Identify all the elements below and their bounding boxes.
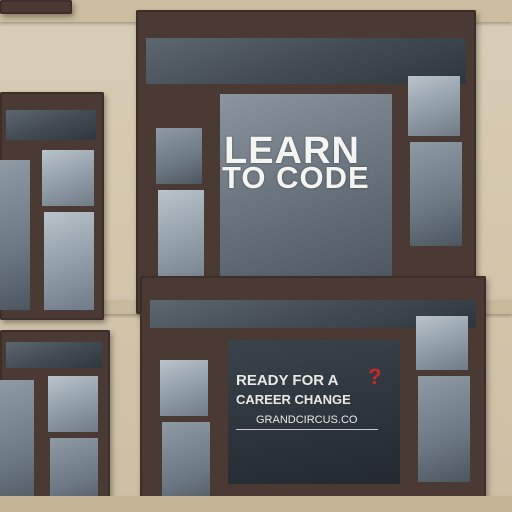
sign-url-text: GRANDCIRCUS.CO <box>256 414 358 426</box>
left-lower-pane-1 <box>0 380 34 512</box>
left-upper-pane-2 <box>42 150 94 206</box>
main-upper-right-pane-top <box>408 76 460 136</box>
left-lower-transom <box>6 342 102 368</box>
sign-to-code-text: TO CODE <box>222 160 370 195</box>
bottom-ledge <box>0 496 512 512</box>
sign-ready-text: READY FOR A <box>236 372 339 389</box>
main-lower-left-pane-top <box>160 360 208 416</box>
sign-career-change-text: CAREER CHANGE <box>236 392 351 407</box>
left-lower-pane-2 <box>48 376 98 432</box>
main-upper-left-pane-top <box>156 128 202 184</box>
question-mark-icon: ? <box>368 364 382 389</box>
sign-divider <box>236 429 378 430</box>
left-upper-transom <box>6 110 96 140</box>
top-left-window-sill <box>0 0 72 14</box>
main-lower-right-pane-bottom <box>418 376 470 482</box>
left-upper-pane-1 <box>0 160 30 310</box>
career-change-sign: READY FOR A ? CAREER CHANGE GRANDCIRCUS.… <box>228 340 400 484</box>
left-upper-pane-3 <box>44 212 94 310</box>
learn-to-code-sign: LEARN TO CODE <box>220 94 392 276</box>
building-facade: LEARN TO CODE READY FOR A ? CAREER CHANG… <box>0 0 512 512</box>
main-lower-right-pane-top <box>416 316 468 370</box>
main-upper-right-pane-bottom <box>410 142 462 246</box>
